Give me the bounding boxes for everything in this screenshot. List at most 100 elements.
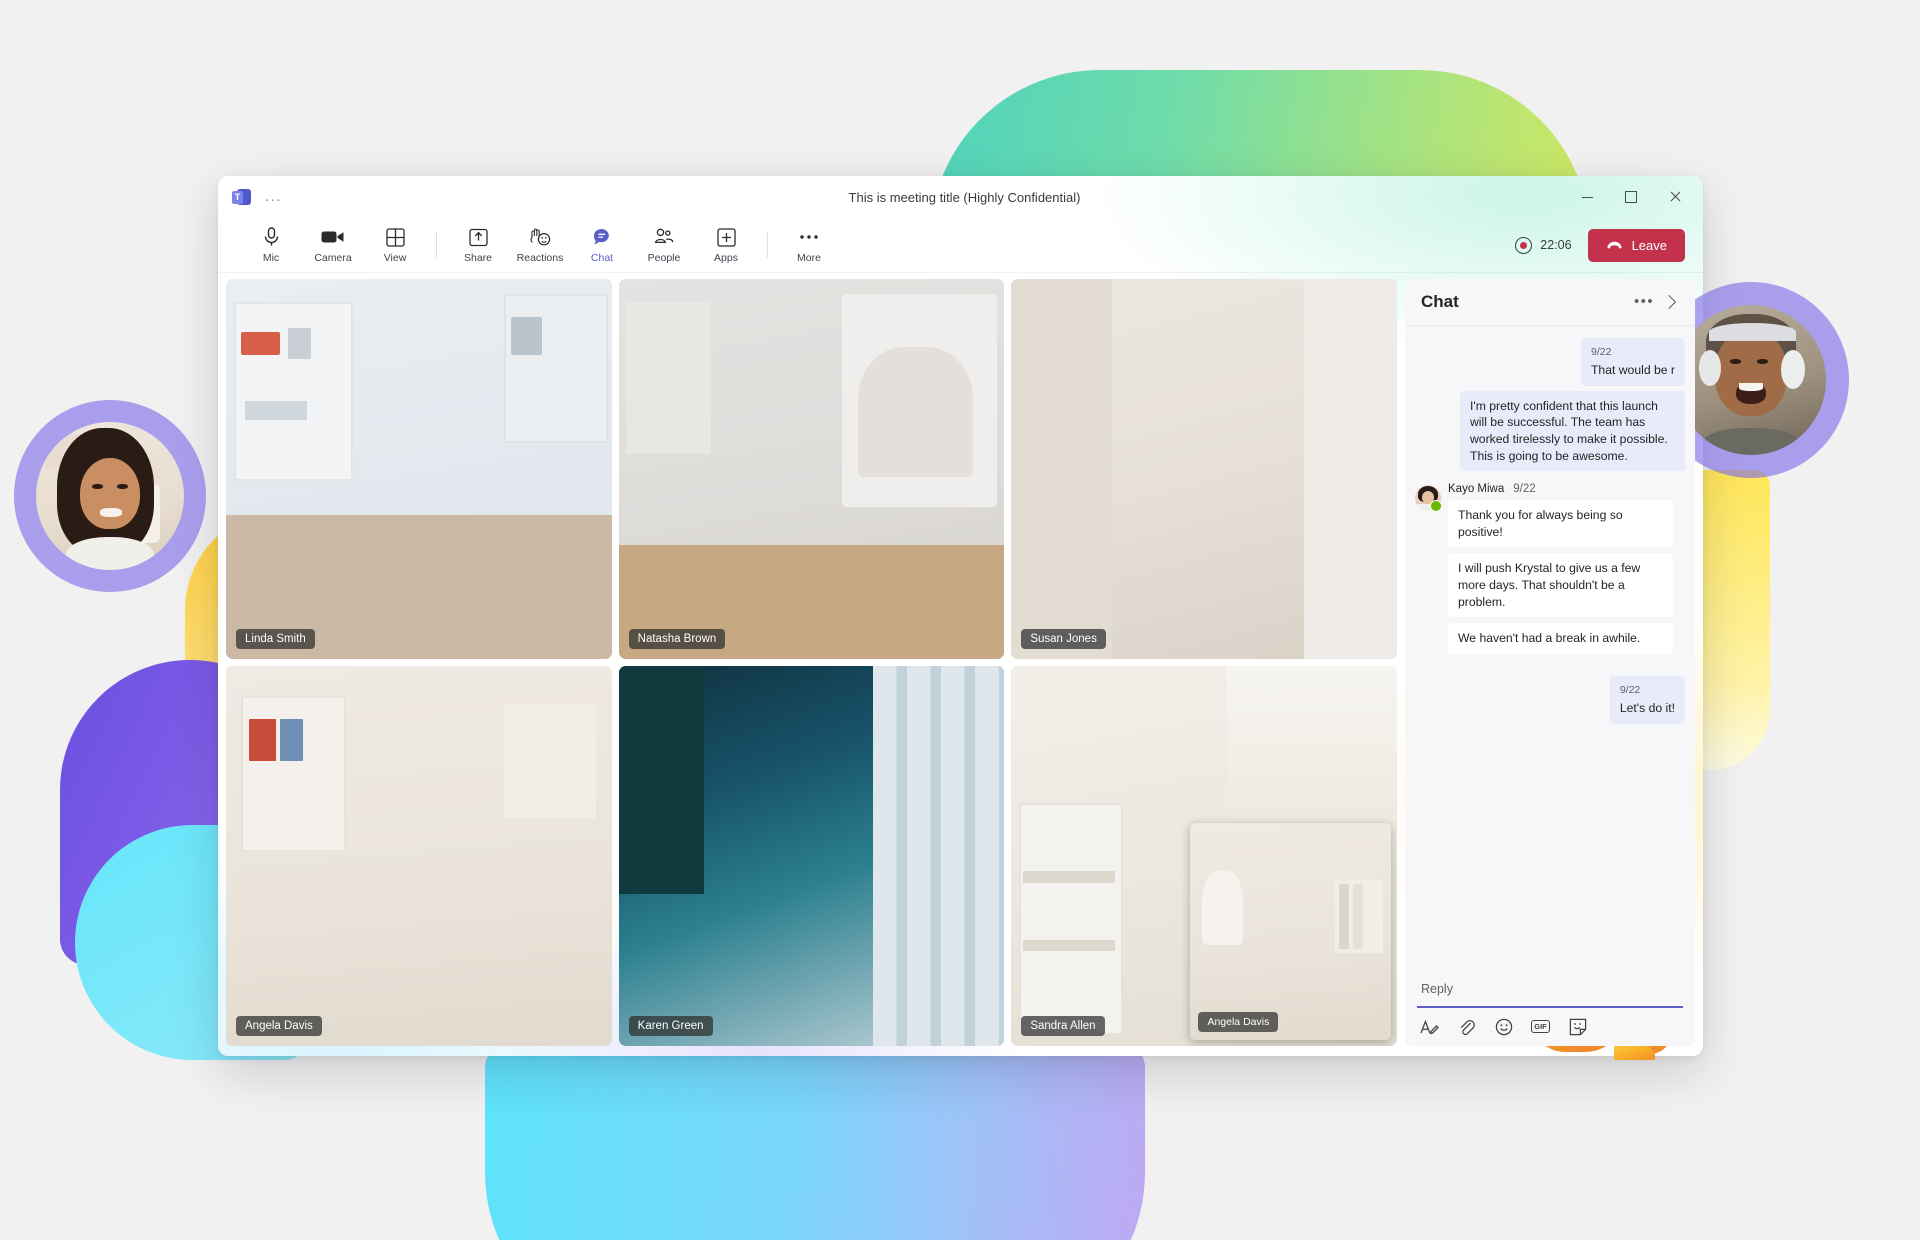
video-feed xyxy=(618,279,1005,659)
apps-plus-icon xyxy=(716,227,736,248)
toolbar-label: Mic xyxy=(262,251,280,264)
participant-name-badge: Angela Davis xyxy=(236,1016,322,1036)
video-feed xyxy=(226,666,612,1046)
toolbar-item-share[interactable]: Share xyxy=(447,221,509,269)
toolbar-divider xyxy=(436,232,437,258)
message-text: Thank you for always being so positive! xyxy=(1448,500,1673,548)
video-tile-sandra-allen[interactable]: Sandra Allen Angela Davis xyxy=(1011,666,1397,1046)
toolbar-item-chat[interactable]: Chat xyxy=(571,221,633,269)
video-feed-pip xyxy=(1190,823,1391,1040)
chat-icon xyxy=(592,227,613,248)
grid-view-icon xyxy=(385,227,405,248)
gif-icon[interactable]: GIF xyxy=(1531,1017,1550,1036)
window-overflow-icon[interactable]: ... xyxy=(265,189,282,204)
chat-message: I'm pretty confident that this launch wi… xyxy=(1415,390,1685,472)
maximize-icon xyxy=(1625,191,1637,203)
floating-avatar-left xyxy=(14,400,206,592)
chat-message-list: 9/22 That would be r I'm pretty confiden… xyxy=(1405,326,1695,966)
participant-name-badge: Linda Smith xyxy=(236,629,315,649)
camera-icon xyxy=(321,227,345,248)
toolbar-item-apps[interactable]: Apps xyxy=(695,221,757,269)
minimize-button[interactable] xyxy=(1565,182,1609,212)
chat-message: 9/22 That would be r xyxy=(1415,338,1685,386)
toolbar-label: View xyxy=(383,251,407,264)
message-sender: Kayo Miwa xyxy=(1448,483,1505,496)
hangup-icon xyxy=(1606,238,1623,253)
meeting-toolbar: Mic Camera View Share Reactions Chat Peo… xyxy=(218,218,1703,273)
message-text: Let's do it! xyxy=(1619,701,1675,716)
video-tile-linda-smith[interactable]: Linda Smith xyxy=(226,279,612,659)
toolbar-item-more[interactable]: More xyxy=(778,221,840,269)
minimize-icon xyxy=(1581,196,1593,198)
chat-message-group: Kayo Miwa 9/22 Thank you for always bein… xyxy=(1415,483,1685,654)
participant-name-badge: Susan Jones xyxy=(1021,629,1106,649)
toolbar-label: More xyxy=(797,251,821,264)
reactions-icon xyxy=(529,227,551,248)
reply-input[interactable] xyxy=(1419,981,1685,997)
toolbar-item-view[interactable]: View xyxy=(364,221,426,269)
message-text: We haven't had a break in awhile. xyxy=(1448,623,1673,654)
close-icon xyxy=(1669,191,1681,203)
record-icon xyxy=(1515,236,1533,254)
leave-button[interactable]: Leave xyxy=(1587,228,1685,262)
toolbar-item-camera[interactable]: Camera xyxy=(302,221,364,269)
maximize-button[interactable] xyxy=(1609,182,1653,212)
picture-in-picture-tile[interactable]: Angela Davis xyxy=(1190,823,1391,1040)
meeting-timer: 22:06 xyxy=(1540,238,1572,252)
more-horizontal-icon xyxy=(799,227,819,248)
video-grid: Linda Smith Natasha Brown Susan Jones An… xyxy=(226,279,1397,1046)
toolbar-label: Reactions xyxy=(516,251,564,264)
toolbar-label: Apps xyxy=(714,251,738,264)
chat-message: 9/22 Let's do it! xyxy=(1415,675,1685,724)
message-date: 9/22 xyxy=(1590,346,1612,358)
message-text: I will push Krystal to give us a few mor… xyxy=(1448,553,1673,618)
title-bar: T ... This is meeting title (Highly Conf… xyxy=(218,176,1703,218)
meeting-title: This is meeting title (Highly Confidenti… xyxy=(848,189,1081,205)
video-feed xyxy=(226,279,612,659)
emoji-icon[interactable] xyxy=(1494,1017,1513,1036)
format-text-icon[interactable] xyxy=(1420,1017,1439,1036)
pip-name-badge: Angela Davis xyxy=(1198,1012,1279,1032)
share-screen-icon xyxy=(468,227,488,248)
message-date: 9/22 xyxy=(1619,683,1641,696)
video-tile-karen-green[interactable]: Karen Green xyxy=(618,666,1005,1046)
participant-name-badge: Sandra Allen xyxy=(1021,1016,1105,1036)
toolbar-item-reactions[interactable]: Reactions xyxy=(509,221,571,269)
chevron-right-icon xyxy=(1661,294,1677,310)
recording-indicator: 22:06 xyxy=(1515,236,1572,254)
message-text: I'm pretty confident that this launch wi… xyxy=(1460,390,1685,472)
sticker-icon[interactable] xyxy=(1568,1017,1587,1036)
reply-field-wrapper[interactable] xyxy=(1417,974,1685,1008)
teams-meeting-window: T ... This is meeting title (Highly Conf… xyxy=(218,176,1703,1056)
people-icon xyxy=(653,227,675,248)
video-tile-natasha-brown[interactable]: Natasha Brown xyxy=(618,279,1005,659)
blob-bottom-blue xyxy=(485,1042,1145,1240)
video-tile-susan-jones[interactable]: Susan Jones xyxy=(1011,279,1397,659)
video-feed xyxy=(618,666,1005,1046)
chat-collapse-button[interactable] xyxy=(1657,289,1683,315)
avatar xyxy=(1415,485,1442,513)
compose-toolbar: GIF xyxy=(1417,1008,1683,1036)
toolbar-label: Share xyxy=(463,251,493,264)
chat-header: Chat ••• xyxy=(1405,279,1695,326)
participant-name-badge: Natasha Brown xyxy=(628,629,726,649)
attach-file-icon[interactable] xyxy=(1457,1017,1476,1036)
toolbar-item-mic[interactable]: Mic xyxy=(240,221,302,269)
microphone-icon xyxy=(263,227,280,248)
close-button[interactable] xyxy=(1653,182,1697,212)
chat-title: Chat xyxy=(1421,292,1459,311)
toolbar-label: People xyxy=(647,251,681,264)
meeting-body: Linda Smith Natasha Brown Susan Jones An… xyxy=(218,273,1703,1056)
toolbar-item-people[interactable]: People xyxy=(633,221,695,269)
video-tile-angela-davis[interactable]: Angela Davis xyxy=(226,666,612,1046)
toolbar-divider-2 xyxy=(767,232,768,258)
message-date: 9/22 xyxy=(1513,483,1536,496)
teams-logo-icon: T xyxy=(232,188,251,207)
video-feed xyxy=(1011,279,1397,659)
chat-more-button[interactable]: ••• xyxy=(1631,289,1657,315)
participant-name-badge: Karen Green xyxy=(628,1016,713,1036)
chat-compose-area: GIF xyxy=(1405,966,1695,1046)
toolbar-label: Camera xyxy=(314,251,352,264)
leave-label: Leave xyxy=(1631,237,1667,253)
chat-panel: Chat ••• 9/22 That would be r I'm pretty… xyxy=(1405,279,1695,1046)
